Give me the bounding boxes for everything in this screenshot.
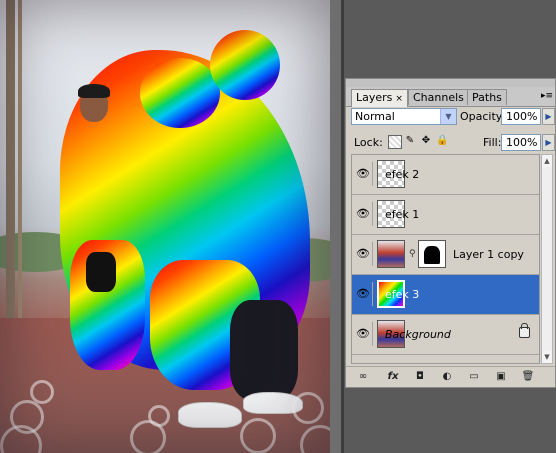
- close-icon[interactable]: ×: [395, 94, 403, 104]
- tab-layers[interactable]: Layers ×: [351, 89, 408, 107]
- fill-label: Fill:: [483, 136, 502, 149]
- fx-icon[interactable]: fx: [385, 370, 401, 384]
- layer-name-label: efek 3: [385, 288, 420, 301]
- lock-icon: [519, 323, 530, 338]
- layer-name-label: Layer 1 copy: [453, 248, 524, 261]
- mask-link-icon[interactable]: ⚲: [409, 249, 416, 259]
- new-group-icon[interactable]: ▭: [466, 370, 482, 384]
- chevron-down-icon[interactable]: ▼: [440, 109, 456, 124]
- eye-icon[interactable]: 👁: [354, 162, 373, 186]
- lock-transparent-icon[interactable]: [388, 135, 402, 149]
- lock-label: Lock:: [354, 136, 383, 149]
- eye-icon[interactable]: 👁: [354, 202, 373, 226]
- layer-mask-thumbnail[interactable]: [418, 240, 446, 268]
- eye-icon[interactable]: 👁: [354, 242, 373, 266]
- layer-name-label: efek 2: [385, 168, 420, 181]
- layer-row-efek-2[interactable]: 👁 efek 2: [352, 155, 539, 195]
- document-canvas[interactable]: [0, 0, 342, 453]
- layers-list: 👁 efek 2 👁 efek 1 👁 ⚲ Layer 1 copy 👁 efe…: [351, 154, 540, 364]
- lock-move-icon[interactable]: ✥: [420, 135, 432, 147]
- scroll-up-icon[interactable]: ▲: [542, 155, 552, 167]
- tab-paths[interactable]: Paths: [467, 89, 507, 105]
- tab-paths-label: Paths: [472, 91, 502, 104]
- layer-thumbnail: [377, 240, 405, 268]
- eye-icon[interactable]: 👁: [354, 282, 373, 306]
- link-layers-icon[interactable]: ∞: [355, 370, 371, 384]
- layers-panel: Layers × Channels Paths ▸≡ Normal ▼ Opaci…: [345, 78, 556, 388]
- lock-brush-icon[interactable]: ✎: [404, 135, 416, 147]
- shoe: [178, 402, 242, 428]
- opacity-slider-arrow-icon[interactable]: ▶: [542, 108, 555, 125]
- opacity-input[interactable]: 100%: [501, 108, 541, 125]
- lock-all-icon[interactable]: 🔒: [436, 135, 448, 147]
- scroll-down-icon[interactable]: ▼: [542, 351, 552, 363]
- opacity-label: Opacity:: [460, 110, 506, 123]
- panel-menu-icon[interactable]: ▸≡: [541, 90, 553, 102]
- layer-row-background[interactable]: 👁 Background: [352, 315, 539, 355]
- panel-tabs: Layers × Channels Paths ▸≡: [346, 87, 555, 107]
- adjustment-layer-icon[interactable]: ◐: [439, 370, 455, 384]
- layer-row-efek-3[interactable]: 👁 efek 3: [352, 275, 539, 315]
- layers-scrollbar[interactable]: ▲ ▼: [541, 154, 553, 364]
- tab-channels[interactable]: Channels: [408, 89, 469, 105]
- tab-channels-label: Channels: [413, 91, 464, 104]
- layer-name-label: efek 1: [385, 208, 420, 221]
- new-layer-icon[interactable]: ▣: [493, 370, 509, 384]
- tab-layers-label: Layers: [356, 91, 393, 104]
- trash-icon[interactable]: 🗑: [520, 370, 536, 384]
- canvas-divider: [341, 0, 344, 453]
- eye-icon[interactable]: 👁: [354, 322, 373, 346]
- fill-slider-arrow-icon[interactable]: ▶: [542, 134, 555, 151]
- fill-input[interactable]: 100%: [501, 134, 541, 151]
- add-mask-icon[interactable]: ◘: [412, 370, 428, 384]
- layer-row-efek-1[interactable]: 👁 efek 1: [352, 195, 539, 235]
- layer-row-layer-1-copy[interactable]: 👁 ⚲ Layer 1 copy: [352, 235, 539, 275]
- blend-mode-value: Normal: [355, 110, 395, 123]
- layers-toolbar: ∞ fx ◘ ◐ ▭ ▣ 🗑: [346, 366, 555, 388]
- layer-name-label: Background: [385, 328, 451, 341]
- blend-mode-select[interactable]: Normal ▼: [351, 108, 457, 125]
- edited-photo: [0, 0, 330, 453]
